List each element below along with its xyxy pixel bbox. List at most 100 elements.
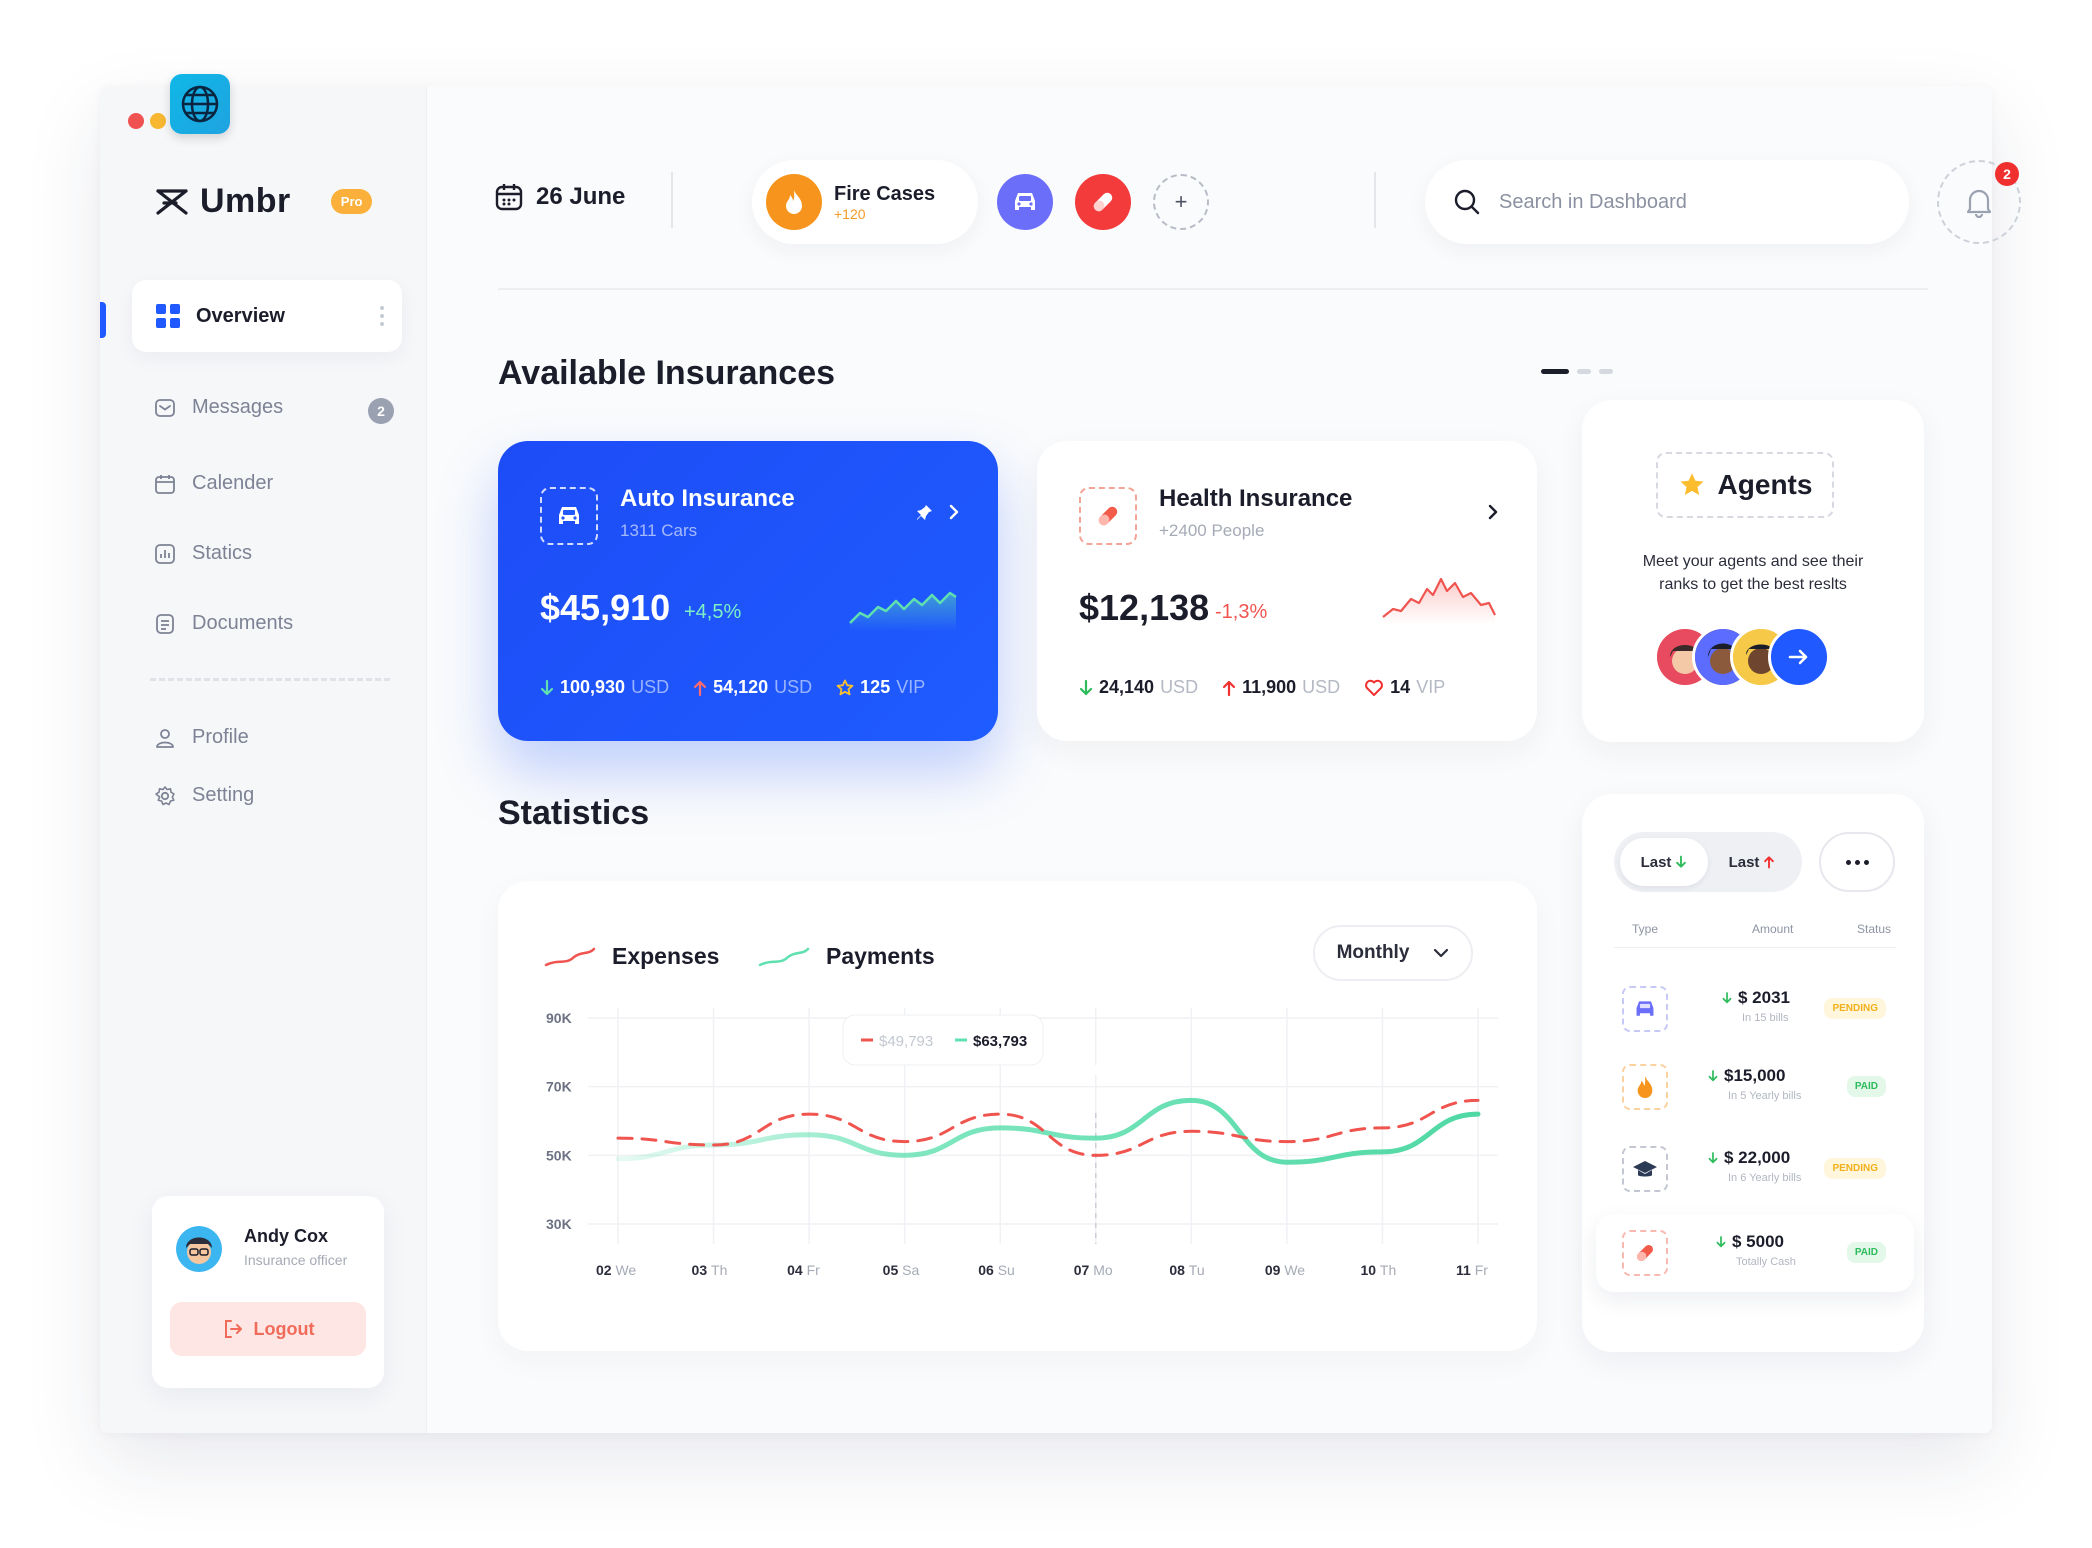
stat-unit: USD [1160, 677, 1199, 697]
table-row[interactable]: $ 5000 Totally Cash PAID [1596, 1214, 1914, 1292]
globe-app-icon [170, 74, 230, 134]
pager-dot[interactable] [1599, 369, 1613, 374]
bar-chart-icon [155, 543, 175, 564]
insurance-stats: 100,930 USD 54,120 USD 125 VIP [540, 677, 925, 698]
x-tick-label: 04 Fr [787, 1262, 820, 1278]
logout-label: Logout [253, 1318, 315, 1339]
amount-cell: $ 2031 [1722, 988, 1790, 1008]
star-icon [836, 679, 854, 695]
nav-active-indicator [100, 302, 106, 338]
fire-cases-title: Fire Cases [834, 182, 936, 205]
gear-icon [155, 785, 175, 805]
arrow-up-icon [693, 680, 707, 696]
arrow-down-icon [1722, 992, 1732, 1004]
x-tick-label: 09 We [1265, 1262, 1305, 1278]
header-divider-line [498, 288, 1928, 290]
x-tick-label: 07 Mo [1074, 1262, 1113, 1278]
current-date[interactable]: 26 June [494, 182, 625, 212]
auto-category-button[interactable] [997, 174, 1053, 230]
x-tick-label: 06 Su [978, 1262, 1015, 1278]
table-row[interactable]: $ 2031 In 15 bills PENDING [1604, 970, 1906, 1048]
user-card: Andy Cox Insurance officer Logout [152, 1196, 384, 1388]
stat-unit: VIP [896, 677, 926, 697]
carousel-pager[interactable] [1541, 369, 1613, 374]
chevron-right-icon[interactable] [1485, 503, 1501, 521]
sidebar-item-label: Profile [192, 726, 249, 748]
search-bar [1425, 160, 1909, 244]
stat-value: 11,900 [1242, 677, 1297, 697]
stat-value: 100,930 [560, 677, 626, 697]
amount-cell: $ 22,000 [1708, 1148, 1790, 1168]
sort-toggle: Last Last [1614, 832, 1802, 892]
y-tick-label: 70K [546, 1079, 572, 1095]
window-controls [128, 113, 166, 129]
avatar[interactable] [176, 1226, 222, 1272]
pager-dot[interactable] [1577, 369, 1591, 374]
sidebar-item-messages[interactable]: Messages [154, 396, 283, 419]
status-badge: PENDING [1824, 1158, 1886, 1179]
add-category-button[interactable]: + [1153, 174, 1209, 230]
x-tick-label: 03 Th [692, 1262, 728, 1278]
stat-up: 54,120 USD [693, 677, 812, 698]
stat-unit: VIP [1416, 677, 1446, 697]
star-icon [1680, 473, 1704, 495]
sidebar-item-setting[interactable]: Setting [154, 784, 254, 807]
x-tick-label: 05 Sa [883, 1262, 920, 1278]
insurance-title: Health Insurance [1159, 485, 1353, 512]
x-tick-label: 02 We [596, 1262, 636, 1278]
arrow-right-icon [1788, 649, 1808, 665]
envelope-icon [155, 398, 175, 417]
amount-value: $ 2031 [1738, 988, 1790, 1007]
sidebar-item-profile[interactable]: Profile [154, 726, 249, 749]
table-row[interactable]: $15,000 In 5 Yearly bills PAID [1604, 1048, 1906, 1126]
fire-cases-pill[interactable]: Fire Cases +120 [752, 160, 978, 244]
minimize-window-button[interactable] [150, 113, 166, 129]
user-name: Andy Cox [244, 1226, 329, 1246]
amount-cell: $15,000 [1708, 1066, 1785, 1086]
bell-icon [1966, 189, 1992, 218]
sort-label: Last [1640, 853, 1672, 871]
line-chart[interactable]: 90K 70K 50K 30K 02 We 03 Th 04 Fr 05 Sa 06 Su 07 … [498, 881, 1537, 1351]
sidebar-item-documents[interactable]: Documents [154, 612, 293, 635]
close-window-button[interactable] [128, 113, 144, 129]
health-category-button[interactable] [1075, 174, 1131, 230]
app-logo: Umbr Pro [154, 182, 373, 221]
health-insurance-card[interactable]: Health Insurance +2400 People $12,138 -1… [1037, 441, 1537, 741]
amount-note: Totally Cash [1736, 1256, 1796, 1268]
arrow-up-icon [1764, 856, 1775, 869]
agents-avatar-group[interactable] [1654, 626, 1844, 692]
header-divider [1374, 172, 1376, 228]
agents-tag[interactable]: Agents [1656, 452, 1834, 518]
car-icon [540, 487, 598, 545]
sidebar-item-overview[interactable]: Overview [132, 280, 402, 352]
search-input[interactable] [1499, 190, 1879, 214]
more-options-button[interactable] [1819, 832, 1895, 892]
chevron-right-icon[interactable] [946, 503, 962, 521]
status-badge: PAID [1846, 1242, 1886, 1263]
table-row[interactable]: $ 22,000 In 6 Yearly bills PENDING [1604, 1130, 1906, 1208]
arrow-down-icon [1708, 1152, 1718, 1164]
logout-button[interactable]: Logout [170, 1302, 366, 1356]
insurance-change: +4,5% [684, 601, 742, 623]
pin-icon[interactable] [916, 503, 934, 521]
auto-insurance-card[interactable]: Auto Insurance 1311 Cars $45,910 +4,5% 1… [498, 441, 998, 741]
more-options-icon[interactable] [380, 306, 384, 326]
amount-cell: $ 5000 [1716, 1232, 1784, 1252]
sidebar-item-label: Overview [196, 304, 285, 327]
y-tick-label: 90K [546, 1010, 572, 1026]
notifications-button[interactable]: 2 [1937, 160, 2021, 244]
sidebar-item-statics[interactable]: Statics [154, 542, 252, 565]
sort-last-up-button[interactable]: Last [1708, 838, 1796, 886]
amount-value: $ 5000 [1732, 1232, 1784, 1251]
car-icon [1622, 986, 1668, 1032]
series-line-payments [615, 1097, 1481, 1165]
pager-dot-active[interactable] [1541, 369, 1569, 374]
sidebar-item-label: Statics [192, 542, 253, 564]
stat-value: 54,120 [713, 677, 769, 697]
sidebar: Umbr Pro Overview Messages 2 Calender St… [100, 86, 427, 1433]
notification-count-badge: 2 [1995, 162, 2019, 186]
sidebar-item-calender[interactable]: Calender [154, 472, 273, 495]
stat-value: 14 [1390, 677, 1411, 697]
view-all-agents-button[interactable] [1768, 626, 1830, 688]
sort-last-down-button[interactable]: Last [1620, 838, 1708, 886]
